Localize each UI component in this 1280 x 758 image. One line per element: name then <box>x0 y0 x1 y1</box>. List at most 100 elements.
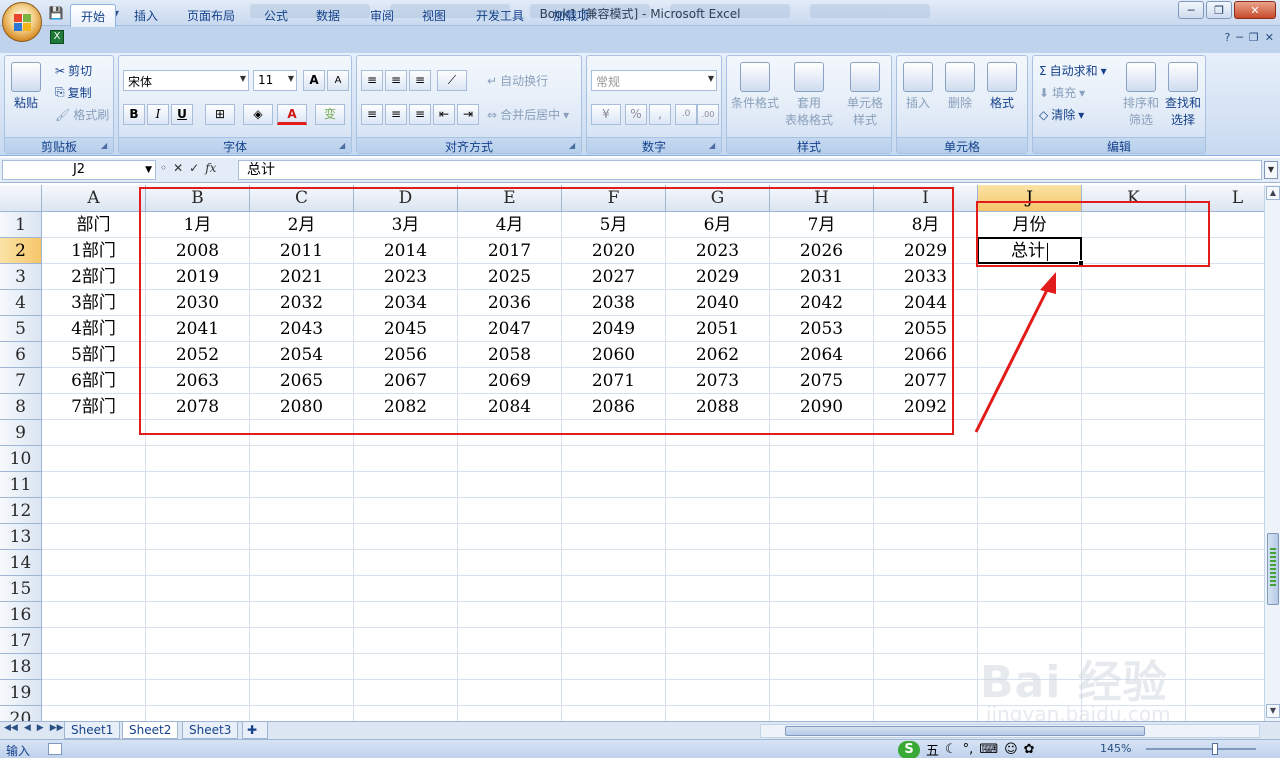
row-header-6[interactable]: 6 <box>0 342 42 368</box>
cell-l11[interactable] <box>1186 472 1264 498</box>
column-header-g[interactable]: G <box>666 185 770 212</box>
align-top-icon[interactable]: ≡ <box>361 70 383 91</box>
row-header-10[interactable]: 10 <box>0 446 42 472</box>
scroll-thumb[interactable] <box>1267 533 1279 605</box>
keyboard-icon[interactable]: ⌨ <box>979 742 998 757</box>
cell-f11[interactable] <box>562 472 666 498</box>
font-size-select[interactable]: 11 ▼ <box>253 70 297 91</box>
cell-a14[interactable] <box>42 550 146 576</box>
scroll-down-icon[interactable]: ▼ <box>1266 704 1280 718</box>
sheet-tab-2[interactable]: Sheet2 <box>122 722 179 739</box>
cell-b3[interactable]: 2019 <box>146 264 250 290</box>
halfwidth-icon[interactable]: ☾ <box>945 742 957 757</box>
restore-button[interactable]: ❐ <box>1206 1 1232 19</box>
cell-g17[interactable] <box>666 628 770 654</box>
cell-g19[interactable] <box>666 680 770 706</box>
cell-b11[interactable] <box>146 472 250 498</box>
cell-g12[interactable] <box>666 498 770 524</box>
tab-formulas[interactable]: 公式 <box>256 4 296 27</box>
cell-a15[interactable] <box>42 576 146 602</box>
cell-l12[interactable] <box>1186 498 1264 524</box>
name-box[interactable]: J2 ▼ <box>2 160 156 180</box>
cell-l1[interactable] <box>1186 212 1264 238</box>
cell-k16[interactable] <box>1082 602 1186 628</box>
cell-b12[interactable] <box>146 498 250 524</box>
dialog-launcher-icon[interactable]: ◢ <box>339 141 349 151</box>
row-header-14[interactable]: 14 <box>0 550 42 576</box>
cell-g16[interactable] <box>666 602 770 628</box>
cell-h3[interactable]: 2031 <box>770 264 874 290</box>
cell-c18[interactable] <box>250 654 354 680</box>
cell-b15[interactable] <box>146 576 250 602</box>
cell-j17[interactable] <box>978 628 1082 654</box>
cell-k15[interactable] <box>1082 576 1186 602</box>
cell-d6[interactable]: 2056 <box>354 342 458 368</box>
format-painter-button[interactable]: 🖌 格式刷 <box>55 106 109 123</box>
cell-d20[interactable] <box>354 706 458 721</box>
cell-g13[interactable] <box>666 524 770 550</box>
cell-e8[interactable]: 2084 <box>458 394 562 420</box>
cell-a17[interactable] <box>42 628 146 654</box>
cell-k1[interactable] <box>1082 212 1186 238</box>
cell-d13[interactable] <box>354 524 458 550</box>
cell-g10[interactable] <box>666 446 770 472</box>
cell-g5[interactable]: 2051 <box>666 316 770 342</box>
cell-g3[interactable]: 2029 <box>666 264 770 290</box>
cell-f4[interactable]: 2038 <box>562 290 666 316</box>
wrap-text-button[interactable]: ↵ 自动换行 <box>487 72 548 89</box>
row-header-17[interactable]: 17 <box>0 628 42 654</box>
autosum-button[interactable]: Σ 自动求和 ▾ <box>1039 62 1107 79</box>
cell-i16[interactable] <box>874 602 978 628</box>
cell-b10[interactable] <box>146 446 250 472</box>
italic-button[interactable]: I <box>147 104 169 125</box>
cell-c11[interactable] <box>250 472 354 498</box>
cell-b9[interactable] <box>146 420 250 446</box>
cell-l9[interactable] <box>1186 420 1264 446</box>
increase-decimal-button[interactable]: .0 <box>675 104 697 125</box>
last-sheet-icon[interactable]: ▶▶ <box>50 723 64 733</box>
cell-d16[interactable] <box>354 602 458 628</box>
cell-f17[interactable] <box>562 628 666 654</box>
cell-i11[interactable] <box>874 472 978 498</box>
cell-a18[interactable] <box>42 654 146 680</box>
cell-e13[interactable] <box>458 524 562 550</box>
cell-h14[interactable] <box>770 550 874 576</box>
grow-font-button[interactable]: A <box>303 70 325 91</box>
cell-b5[interactable]: 2041 <box>146 316 250 342</box>
insert-function-icon[interactable]: fx <box>205 161 216 175</box>
formula-input[interactable]: 总计 <box>238 160 1262 180</box>
ribbon-close-icon[interactable]: ✕ <box>1265 31 1274 44</box>
decrease-decimal-button[interactable]: .00 <box>697 104 719 125</box>
cell-a11[interactable] <box>42 472 146 498</box>
select-all-corner[interactable] <box>0 185 42 212</box>
clear-button[interactable]: ◇ 清除 ▾ <box>1039 106 1084 123</box>
cell-l17[interactable] <box>1186 628 1264 654</box>
cell-l2[interactable] <box>1186 238 1264 264</box>
cell-l8[interactable] <box>1186 394 1264 420</box>
cell-l20[interactable] <box>1186 706 1264 721</box>
cell-l19[interactable] <box>1186 680 1264 706</box>
cell-j19[interactable] <box>978 680 1082 706</box>
cell-g14[interactable] <box>666 550 770 576</box>
merge-center-button[interactable]: ⇔ 合并后居中 ▾ <box>487 106 569 123</box>
cell-l4[interactable] <box>1186 290 1264 316</box>
ribbon-minimize-icon[interactable]: ─ <box>1236 31 1243 44</box>
row-header-9[interactable]: 9 <box>0 420 42 446</box>
cell-c10[interactable] <box>250 446 354 472</box>
cell-e18[interactable] <box>458 654 562 680</box>
cell-h17[interactable] <box>770 628 874 654</box>
cell-i12[interactable] <box>874 498 978 524</box>
cell-i15[interactable] <box>874 576 978 602</box>
enter-icon[interactable]: ✓ <box>189 161 199 175</box>
tab-home[interactable]: 开始 <box>70 4 116 27</box>
cut-button[interactable]: ✂ 剪切 <box>55 62 92 79</box>
cell-k19[interactable] <box>1082 680 1186 706</box>
cell-f5[interactable]: 2049 <box>562 316 666 342</box>
dialog-launcher-icon[interactable]: ◢ <box>709 141 719 151</box>
cell-e17[interactable] <box>458 628 562 654</box>
cell-e15[interactable] <box>458 576 562 602</box>
cell-f2[interactable]: 2020 <box>562 238 666 264</box>
cell-c19[interactable] <box>250 680 354 706</box>
cell-e4[interactable]: 2036 <box>458 290 562 316</box>
horizontal-scrollbar[interactable] <box>760 724 1260 738</box>
